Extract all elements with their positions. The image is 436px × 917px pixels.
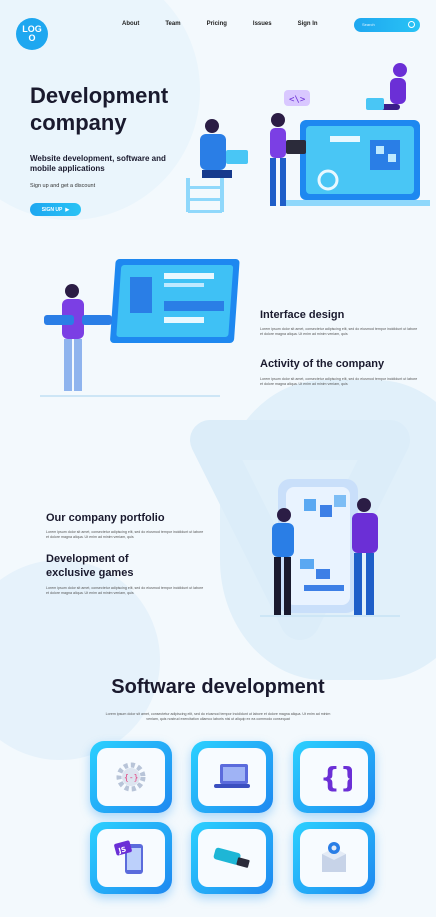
feature-title: Our company portfolio xyxy=(46,512,165,524)
usb-drive-icon xyxy=(213,847,250,868)
nav-team[interactable]: Team xyxy=(165,21,180,27)
code-braces-icon: {} xyxy=(320,761,352,794)
svg-text:{-}: {-} xyxy=(124,773,138,782)
svg-text:<\>: <\> xyxy=(289,95,306,105)
hero-caption: Sign up and get a discount xyxy=(30,183,96,189)
search-placeholder: Search xyxy=(362,22,375,27)
logo[interactable]: LOGO xyxy=(16,18,48,50)
service-tile-package[interactable] xyxy=(293,822,375,894)
hero-title: Development company xyxy=(30,83,169,135)
laptop-icon xyxy=(214,764,250,788)
tile-content xyxy=(300,829,368,887)
play-icon: ▶ xyxy=(65,206,70,213)
software-text: Lorem ipsum dolor sit amet, consectetur … xyxy=(105,712,331,721)
signup-button[interactable]: SIGN UP ▶ xyxy=(30,203,81,216)
service-tile-js[interactable]: JS xyxy=(90,822,172,894)
feature-text: Lorem ipsum dolor sit amet, consectetur … xyxy=(46,530,204,539)
service-tile-settings[interactable]: {-} xyxy=(90,741,172,813)
feature-title: Development of exclusive games xyxy=(46,553,134,579)
tile-content xyxy=(198,748,266,806)
feature-text: Lorem ipsum dolor sit amet, consectetur … xyxy=(46,586,204,595)
landing-page: LOGO About Team Pricing Issues Sign In S… xyxy=(0,0,436,917)
search-icon xyxy=(408,21,415,28)
signup-label: SIGN UP xyxy=(41,206,63,213)
tile-content: JS xyxy=(97,829,165,887)
tile-content: {-} xyxy=(97,748,165,806)
nav: About Team Pricing Issues Sign In xyxy=(122,21,344,27)
package-icon xyxy=(322,842,346,872)
hero-illustration: <\> xyxy=(186,63,430,213)
nav-sign-in[interactable]: Sign In xyxy=(298,21,318,27)
svg-text:{}: {} xyxy=(320,761,352,794)
service-tile-laptop[interactable] xyxy=(191,741,273,813)
logo-text: LOGO xyxy=(22,24,42,43)
feature-text: Lorem ipsum dolor sit amet, consectetur … xyxy=(260,327,418,336)
nav-pricing[interactable]: Pricing xyxy=(207,21,227,27)
feature-title: Interface design xyxy=(260,309,345,321)
js-phone-icon: JS xyxy=(114,840,143,874)
service-tile-usb[interactable] xyxy=(191,822,273,894)
nav-about[interactable]: About xyxy=(122,21,139,27)
portfolio-illustration xyxy=(260,479,400,617)
nav-issues[interactable]: Issues xyxy=(253,21,272,27)
feature-text: Lorem ipsum dolor sit amet, consectetur … xyxy=(260,377,418,386)
header: LOGO About Team Pricing Issues Sign In S… xyxy=(0,0,436,52)
service-tile-code[interactable]: {} xyxy=(293,741,375,813)
tile-content xyxy=(198,829,266,887)
settings-code-icon: {-} xyxy=(116,762,146,792)
tile-content: {} xyxy=(300,748,368,806)
hero-subtitle: Website development, software and mobile… xyxy=(30,154,166,173)
interface-illustration xyxy=(40,259,240,397)
search-input[interactable]: Search xyxy=(354,18,420,32)
software-title: Software development xyxy=(111,676,325,698)
feature-title: Activity of the company xyxy=(260,358,385,370)
